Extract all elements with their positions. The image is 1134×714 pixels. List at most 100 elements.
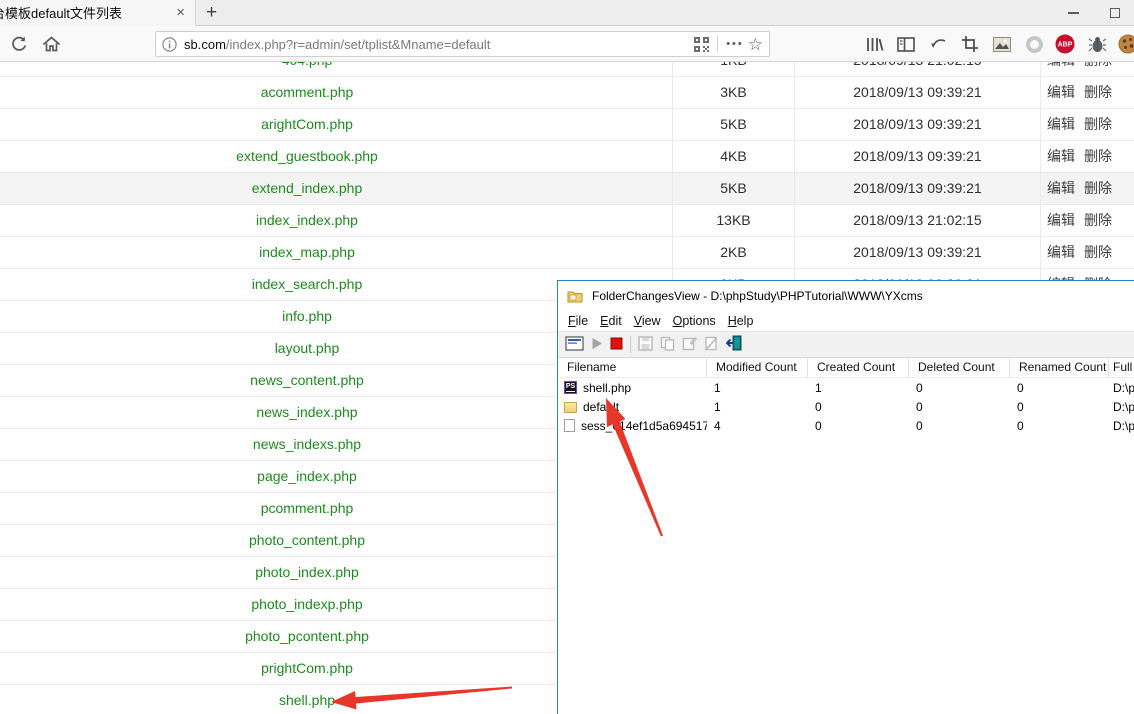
fcv-column-header[interactable]: Full Path <box>1109 358 1134 377</box>
file-link[interactable]: photo_indexp.php <box>251 596 362 612</box>
save-button[interactable] <box>638 336 653 354</box>
browser-tab[interactable]: 台模板default文件列表 × <box>0 0 196 26</box>
edit-link[interactable]: 编辑 <box>1047 141 1075 172</box>
file-link[interactable]: info.php <box>282 308 332 324</box>
edit-link[interactable]: 编辑 <box>1047 205 1075 236</box>
exit-button[interactable] <box>726 335 742 354</box>
edit-link[interactable]: 编辑 <box>1047 173 1075 204</box>
fcv-titlebar[interactable]: FolderChangesView - D:\phpStudy\PHPTutor… <box>558 281 1134 311</box>
fcv-column-header[interactable]: Modified Count <box>707 358 808 377</box>
file-date: 2018/09/13 09:39:21 <box>794 141 1040 172</box>
fcv-deleted: 0 <box>909 381 1010 395</box>
menu-view[interactable]: View <box>628 314 667 328</box>
filename-cell: extend_guestbook.php <box>0 141 672 172</box>
file-link[interactable]: photo_pcontent.php <box>245 628 369 644</box>
file-link[interactable]: news_indexs.php <box>253 436 361 452</box>
fcv-list-item[interactable]: shell.php 1 1 0 0 D:\p <box>558 378 1134 397</box>
bug-extension-button[interactable] <box>1086 33 1108 55</box>
exit-icon <box>726 335 742 351</box>
browser-toolbar: sb.com/index.php?r=admin/set/tplist&Mnam… <box>0 26 1134 62</box>
file-link[interactable]: photo_content.php <box>249 532 365 548</box>
fcv-created: 0 <box>808 400 909 414</box>
reload-button[interactable] <box>8 33 30 55</box>
window-maximize-button[interactable] <box>1098 0 1132 26</box>
stop-icon <box>610 337 623 350</box>
start-button[interactable] <box>591 337 603 353</box>
file-link[interactable]: extend_index.php <box>252 180 363 196</box>
fcv-menubar: FileEditViewOptionsHelp <box>558 311 1134 331</box>
fcv-column-header[interactable]: Filename <box>558 358 707 377</box>
screenshot-extension-button[interactable] <box>991 33 1013 55</box>
fcv-column-header[interactable]: Created Count <box>808 358 909 377</box>
menu-edit[interactable]: Edit <box>594 314 628 328</box>
file-link[interactable]: prightCom.php <box>261 660 353 676</box>
edit-link[interactable]: 编辑 <box>1047 237 1075 268</box>
fcv-list-item[interactable]: default 1 0 0 0 D:\p <box>558 397 1134 416</box>
adblock-plus-button[interactable]: ABP <box>1054 33 1076 55</box>
url-text[interactable]: sb.com/index.php?r=admin/set/tplist&Mnam… <box>184 37 694 52</box>
delete-link[interactable]: 删除 <box>1084 62 1112 76</box>
file-link[interactable]: arightCom.php <box>261 116 353 132</box>
bookmark-star-icon[interactable]: ☆ <box>748 36 763 53</box>
address-bar[interactable]: sb.com/index.php?r=admin/set/tplist&Mnam… <box>155 31 770 57</box>
file-link[interactable]: layout.php <box>275 340 340 356</box>
cookie-extension-button[interactable] <box>1117 33 1134 55</box>
delete-link[interactable]: 删除 <box>1084 205 1112 236</box>
edit-link[interactable]: 编辑 <box>1047 62 1075 76</box>
file-link[interactable]: page_index.php <box>257 468 357 484</box>
file-link[interactable]: index_index.php <box>256 212 358 228</box>
actions-cell: 编辑 删除 <box>1040 77 1134 108</box>
file-date: 2018/09/13 09:39:21 <box>794 109 1040 140</box>
file-link[interactable]: 404.php <box>282 62 333 68</box>
fcv-modified: 1 <box>707 381 808 395</box>
menu-help[interactable]: Help <box>722 314 760 328</box>
library-button[interactable] <box>863 33 885 55</box>
copy-button[interactable] <box>660 336 675 354</box>
delete-link[interactable]: 删除 <box>1084 141 1112 172</box>
tab-close-icon[interactable]: × <box>172 4 189 21</box>
delete-link[interactable]: 删除 <box>1084 77 1112 108</box>
file-link[interactable]: photo_index.php <box>255 564 359 580</box>
file-link[interactable]: acomment.php <box>261 84 354 100</box>
sidebar-toggle-button[interactable] <box>895 33 917 55</box>
fcv-list-item[interactable]: sess_014ef1d5a694517... 4 0 0 0 D:\p <box>558 416 1134 435</box>
fcv-column-header[interactable]: Renamed Count <box>1010 358 1109 377</box>
edit-link[interactable]: 编辑 <box>1047 77 1075 108</box>
file-link[interactable]: index_map.php <box>259 244 355 260</box>
file-link[interactable]: shell.php <box>279 692 335 708</box>
undo-button[interactable] <box>927 33 949 55</box>
extension-ring-button[interactable] <box>1023 33 1045 55</box>
file-size: 4KB <box>672 141 794 172</box>
folder-icon <box>564 402 577 413</box>
fcv-created: 1 <box>808 381 909 395</box>
fcv-filename-cell: sess_014ef1d5a694517... <box>558 419 707 433</box>
properties-button[interactable] <box>682 336 697 354</box>
qr-code-icon[interactable] <box>694 37 709 52</box>
window-minimize-button[interactable] <box>1056 0 1090 26</box>
crop-button[interactable] <box>959 33 981 55</box>
page-actions-icon[interactable]: ••• <box>726 38 744 50</box>
file-link[interactable]: news_index.php <box>256 404 357 420</box>
delete-link[interactable]: 删除 <box>1084 109 1112 140</box>
fcv-column-header[interactable]: Deleted Count <box>909 358 1010 377</box>
file-link[interactable]: pcomment.php <box>261 500 354 516</box>
file-link[interactable]: extend_guestbook.php <box>236 148 378 164</box>
filename-cell: acomment.php <box>0 77 672 108</box>
file-link[interactable]: index_search.php <box>252 276 363 292</box>
maximize-icon <box>1110 8 1120 18</box>
file-date: 2018/09/13 09:39:21 <box>794 173 1040 204</box>
stop-button[interactable] <box>610 337 623 353</box>
delete-link[interactable]: 删除 <box>1084 237 1112 268</box>
new-tab-button[interactable]: + <box>196 2 227 24</box>
home-button[interactable] <box>40 33 62 55</box>
menu-options[interactable]: Options <box>667 314 722 328</box>
file-date: 2018/09/13 09:39:21 <box>794 77 1040 108</box>
delete-link[interactable]: 删除 <box>1084 173 1112 204</box>
crop-icon <box>961 35 979 53</box>
file-link[interactable]: news_content.php <box>250 372 364 388</box>
choose-folder-button[interactable] <box>565 336 584 354</box>
edit-link[interactable]: 编辑 <box>1047 109 1075 140</box>
info-icon[interactable] <box>162 37 177 52</box>
report-button[interactable] <box>704 336 719 354</box>
menu-file[interactable]: File <box>562 314 594 328</box>
